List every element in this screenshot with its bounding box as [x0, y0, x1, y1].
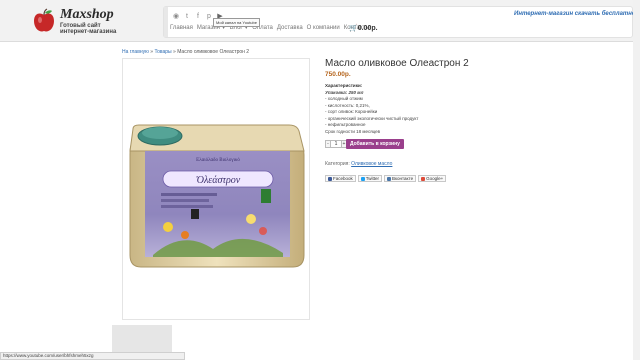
facebook-icon — [328, 176, 332, 181]
twitter-icon — [360, 176, 365, 181]
menu-item-delivery[interactable]: Доставка — [277, 25, 303, 31]
can-top-text: Ελαιόλαδο Βιολογικό — [196, 158, 240, 163]
vk-icon — [387, 176, 392, 181]
product-image[interactable]: Ελαιόλαδο Βιολογικό Ὀλεάστρον — [122, 58, 310, 320]
cart-icon: 🛒 — [349, 25, 358, 32]
share-twitter-label: Twitter — [365, 176, 380, 181]
logo-subtitle-line2: интернет-магазина — [60, 29, 117, 35]
logo-title: Maxshop — [60, 7, 114, 22]
product-category: Категория: Оливковое масло — [325, 161, 392, 167]
breadcrumb-separator: » — [173, 49, 176, 55]
page-scrollbar[interactable] — [633, 0, 640, 360]
add-to-cart-button[interactable]: Добавить в корзину — [346, 139, 404, 149]
share-google-label: Google+ — [426, 176, 444, 181]
twitter-icon[interactable]: t — [183, 12, 191, 21]
share-vk-button[interactable]: Вконтакте — [384, 175, 417, 182]
menu-item-about[interactable]: О компании — [307, 25, 340, 31]
browser-status-bar: https://www.youtube.com/user/bhfshmeh5xz… — [0, 352, 185, 360]
quantity-input[interactable]: 1 — [331, 140, 341, 148]
breadcrumb-current: Масло оливковое Олеастрон 2 — [177, 49, 250, 55]
breadcrumb-separator: » — [150, 49, 154, 55]
characteristic-line: Срок годности 18 месяцев — [325, 128, 381, 134]
category-label: Категория: — [325, 161, 350, 167]
product-title: Масло оливковое Олеастрон 2 — [325, 58, 469, 69]
youtube-tooltip: Мой канал на Youtube — [213, 18, 260, 27]
logo-subtitle: Готовый сайт интернет-магазина — [60, 23, 130, 35]
share-vk-label: Вконтакте — [392, 176, 414, 181]
cart-total: 0.00р. — [357, 25, 378, 32]
nav-box: ◉ t f p ▶ Мой канал на Youtube Главная М… — [163, 6, 636, 38]
olive-oil-can-image: Ελαιόλαδο Βιολογικό Ὀλεάστρον — [129, 124, 305, 268]
main-menu: Главная Магазин ▼ Блог ▼ Оплата Доставка… — [170, 25, 370, 31]
breadcrumb-goods[interactable]: Товары — [154, 49, 171, 55]
breadcrumb: На главную » Товары » Масло оливковое Ол… — [122, 49, 249, 55]
quantity-stepper: - 1 + — [325, 140, 347, 148]
share-facebook-button[interactable]: Facebook — [325, 175, 356, 182]
cart-widget[interactable]: 🛒0.00р. — [349, 24, 378, 32]
product-characteristics: Характеристики: Упаковка: 250 мл - холод… — [325, 83, 419, 135]
rss-icon[interactable]: ◉ — [172, 12, 180, 21]
site-tagline[interactable]: Интернет-магазин скачать бесплатно — [514, 11, 636, 17]
can-brand-text: Ὀλεάστρον — [196, 175, 241, 186]
menu-item-home[interactable]: Главная — [170, 25, 193, 31]
breadcrumb-home[interactable]: На главную — [122, 49, 149, 55]
page: Maxshop Готовый сайт интернет-магазина ◉… — [0, 0, 640, 360]
google-plus-icon — [421, 176, 426, 181]
pinterest-icon[interactable]: p — [205, 12, 213, 21]
site-logo[interactable]: Maxshop Готовый сайт интернет-магазина — [32, 6, 182, 36]
facebook-icon[interactable]: f — [194, 12, 202, 21]
category-link[interactable]: Оливковое масло — [351, 161, 392, 167]
share-google-button[interactable]: Google+ — [418, 175, 447, 182]
product-price: 750.00р. — [325, 71, 351, 78]
share-facebook-label: Facebook — [333, 176, 353, 181]
share-buttons: Facebook Twitter Вконтакте Google+ — [325, 175, 447, 182]
site-header: Maxshop Готовый сайт интернет-магазина ◉… — [0, 0, 640, 42]
share-twitter-button[interactable]: Twitter — [357, 175, 383, 182]
apple-logo-icon — [34, 8, 54, 32]
